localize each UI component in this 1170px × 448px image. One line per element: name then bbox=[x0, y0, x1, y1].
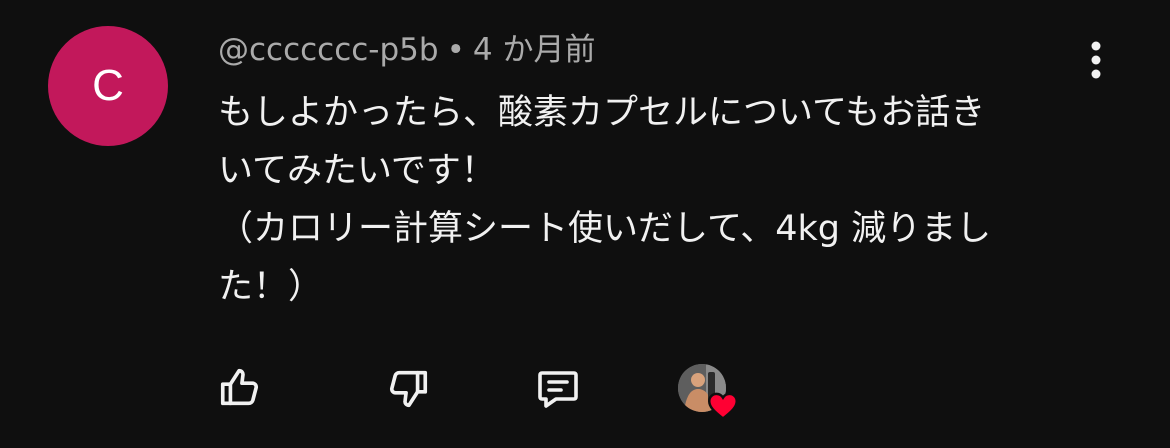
published-time[interactable]: 4 か月前 bbox=[473, 32, 596, 68]
comment-thread-item: C @ccccccc-p5b • 4 か月前 もしよかったら、酸素カプセルについても… bbox=[0, 0, 1170, 448]
heart-icon bbox=[707, 392, 739, 424]
avatar-letter: C bbox=[92, 61, 124, 110]
comment-menu-button[interactable] bbox=[1076, 40, 1116, 84]
author-avatar[interactable]: C bbox=[48, 26, 168, 146]
comment-header: @ccccccc-p5b • 4 か月前 bbox=[218, 30, 595, 70]
thumbs-down-icon bbox=[385, 365, 431, 411]
reply-comment-icon bbox=[534, 364, 582, 412]
comment-text: もしよかったら、酸素カプセルについてもお話き いてみたいです！ （カロリー計算シ… bbox=[218, 93, 992, 307]
thumbs-up-icon bbox=[217, 365, 263, 411]
dislike-button[interactable] bbox=[380, 360, 436, 416]
creator-heart-badge[interactable] bbox=[676, 360, 740, 421]
like-button[interactable] bbox=[212, 360, 268, 416]
comment-action-bar bbox=[0, 360, 1170, 421]
reply-button[interactable] bbox=[530, 360, 586, 416]
author-handle[interactable]: @ccccccc-p5b bbox=[218, 32, 439, 68]
more-vertical-icon bbox=[1090, 40, 1102, 84]
meta-separator: • bbox=[446, 32, 465, 68]
